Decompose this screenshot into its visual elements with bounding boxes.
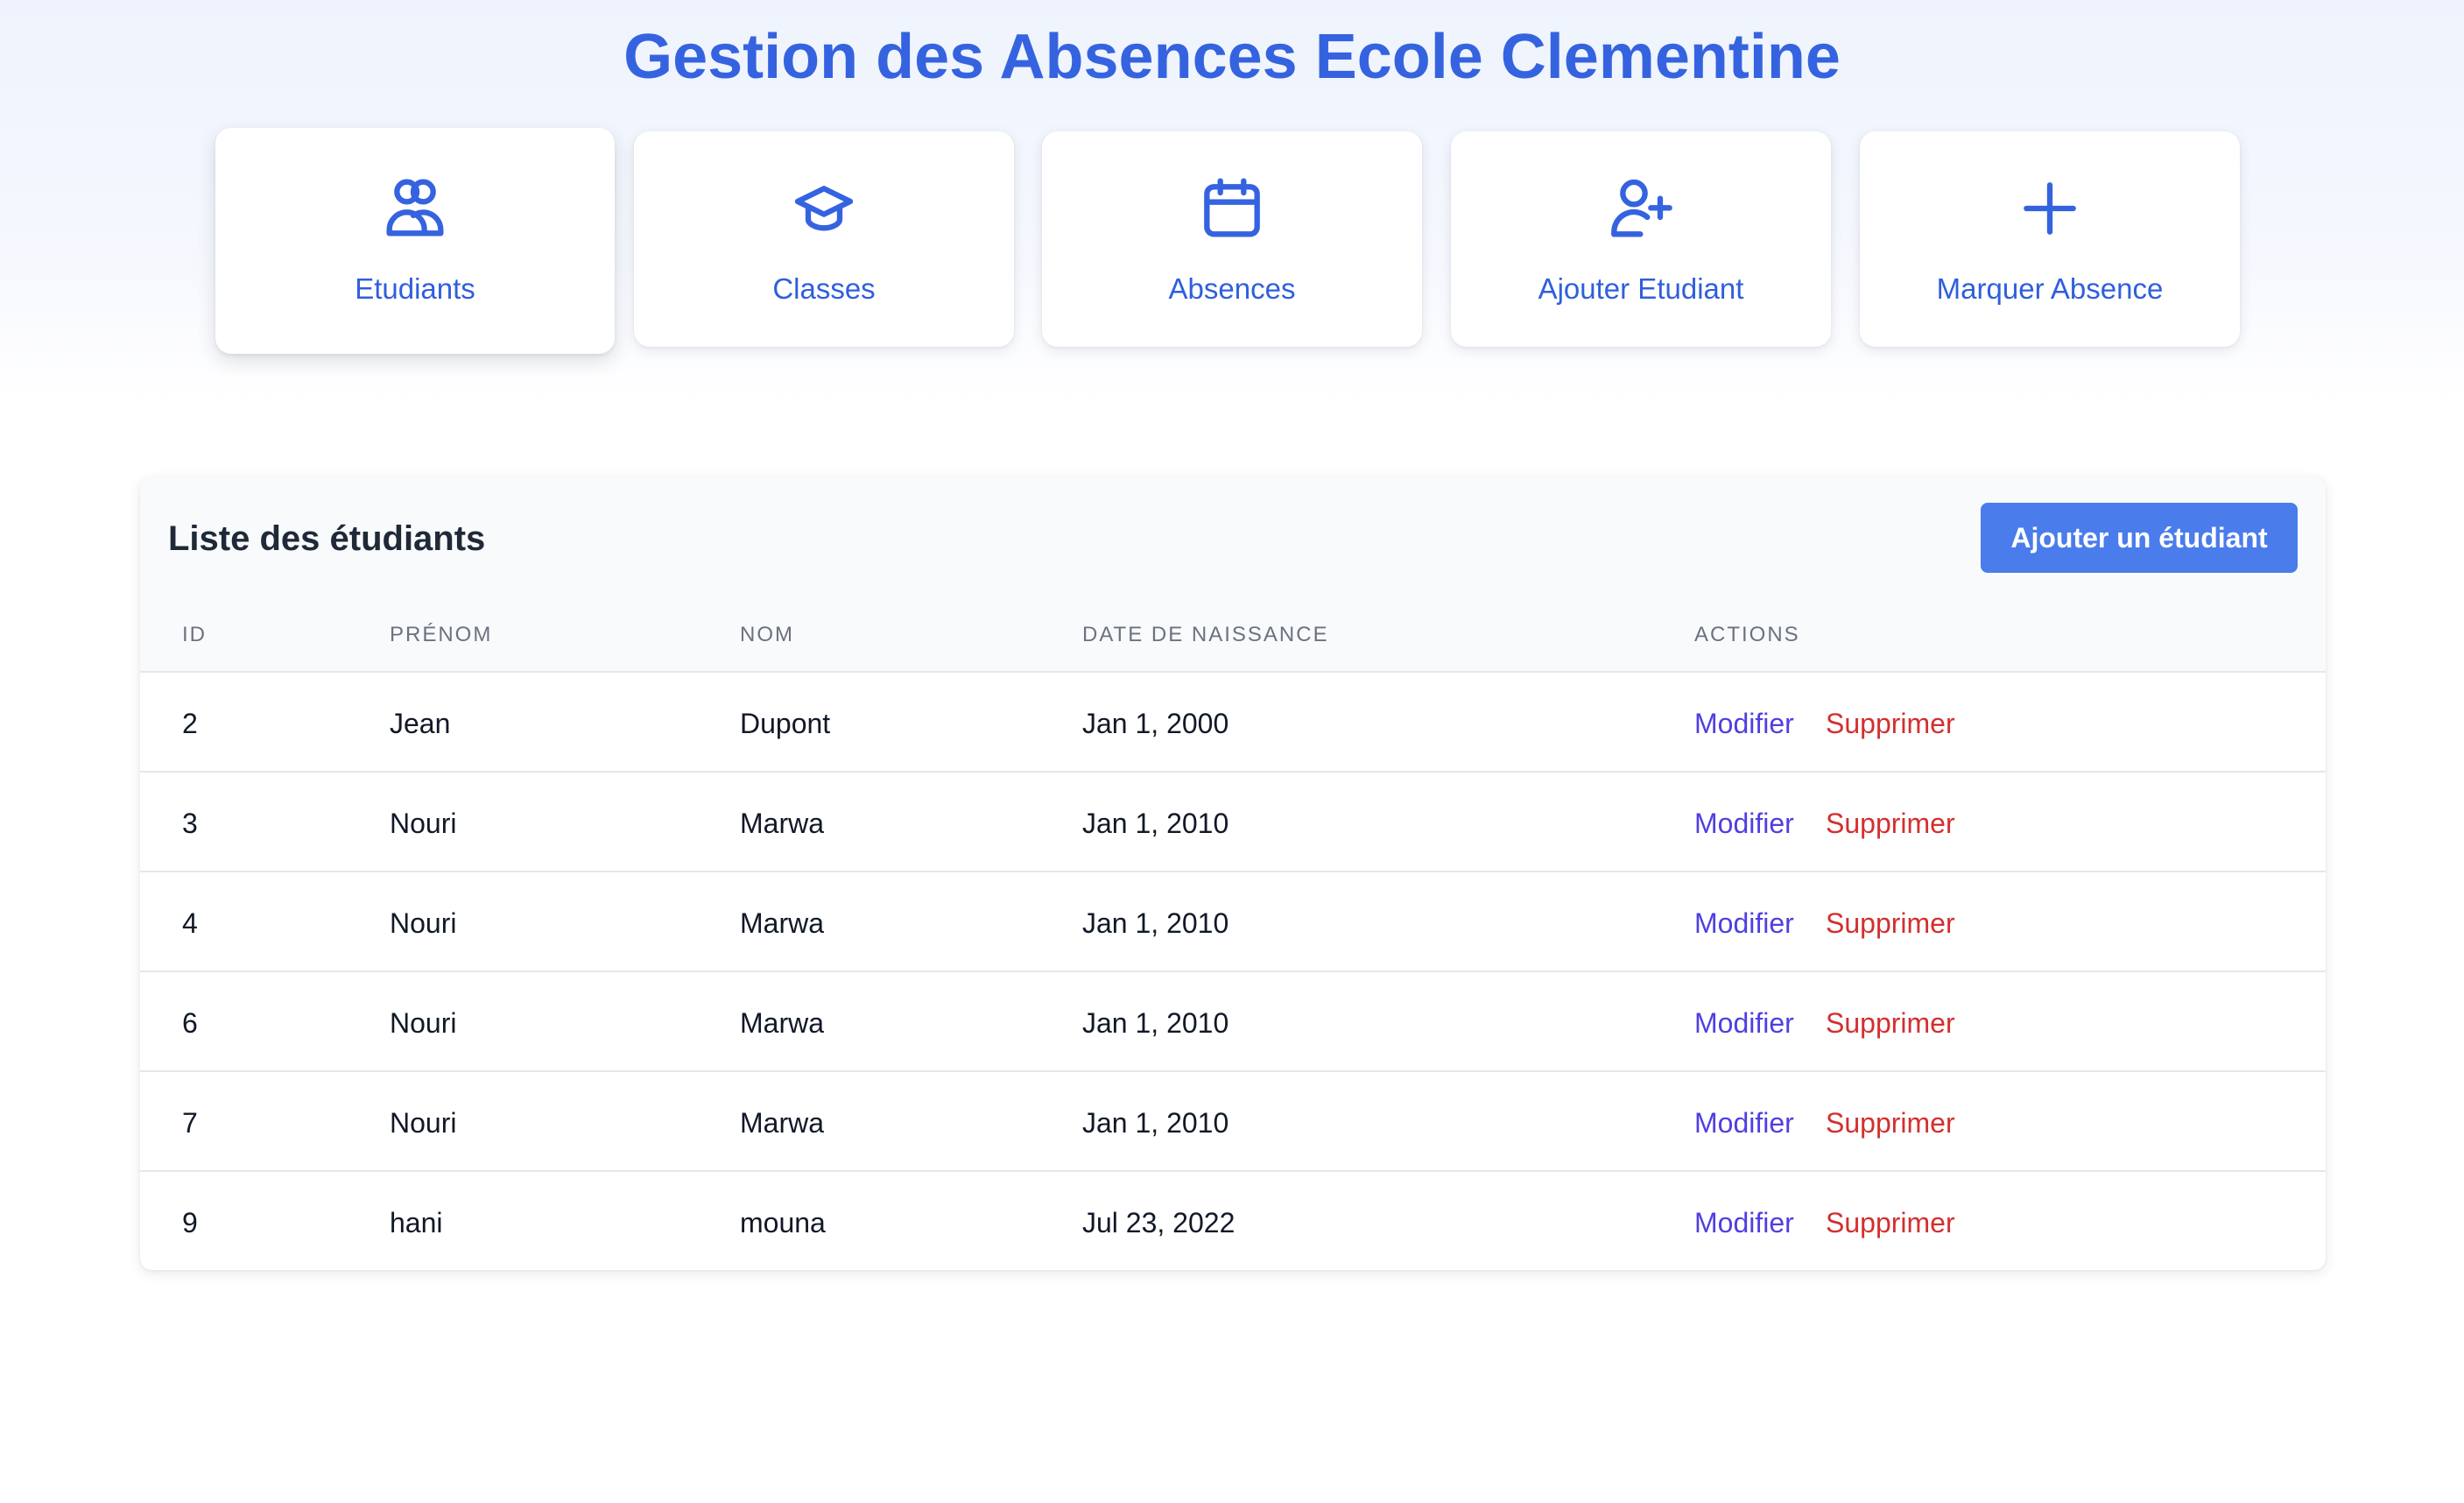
column-header-id[interactable]: ID <box>182 622 207 648</box>
nav-card-label: Marquer Absence <box>1936 272 2164 305</box>
cell-nom: Marwa <box>740 1107 825 1139</box>
students-panel: Liste des étudiants Ajouter un étudiant … <box>140 476 2326 1270</box>
edit-link[interactable]: Modifier <box>1694 806 1794 841</box>
delete-link[interactable]: Supprimer <box>1826 806 1955 841</box>
cell-id: 4 <box>182 907 198 939</box>
edit-link[interactable]: Modifier <box>1694 1105 1794 1140</box>
edit-link[interactable]: Modifier <box>1694 706 1794 741</box>
panel-header: Liste des étudiants Ajouter un étudiant … <box>140 476 2326 673</box>
calendar-icon <box>1197 173 1267 243</box>
nav-card-classes[interactable]: Classes <box>634 131 1014 347</box>
nav-card-ajouter-etudiant[interactable]: Ajouter Etudiant <box>1451 131 1831 347</box>
cell-prenom: Nouri <box>390 1007 457 1039</box>
nav-card-absences[interactable]: Absences <box>1042 131 1422 347</box>
column-header-prenom[interactable]: Prénom <box>390 622 492 648</box>
table-row: 2 Jean Dupont Jan 1, 2000 Modifier Suppr… <box>140 673 2326 773</box>
cell-id: 2 <box>182 708 198 739</box>
cell-nom: Marwa <box>740 1007 825 1039</box>
edit-link[interactable]: Modifier <box>1694 1006 1794 1041</box>
column-header-actions: Actions <box>1694 623 1800 646</box>
graduation-cap-icon <box>789 173 859 243</box>
delete-link[interactable]: Supprimer <box>1826 706 1955 741</box>
edit-link[interactable]: Modifier <box>1694 906 1794 941</box>
column-header-nom[interactable]: Nom <box>740 622 794 648</box>
cell-prenom: Nouri <box>390 808 457 839</box>
panel-title: Liste des étudiants <box>168 519 486 558</box>
cell-nom: Marwa <box>740 808 825 839</box>
cell-prenom: Nouri <box>390 1107 457 1139</box>
table-row: 7 Nouri Marwa Jan 1, 2010 Modifier Suppr… <box>140 1072 2326 1172</box>
delete-link[interactable]: Supprimer <box>1826 1105 1955 1140</box>
cell-date: Jan 1, 2010 <box>1082 1007 1229 1039</box>
cell-id: 9 <box>182 1207 198 1238</box>
table-row: 4 Nouri Marwa Jan 1, 2010 Modifier Suppr… <box>140 872 2326 972</box>
cell-id: 3 <box>182 808 198 839</box>
nav-card-label: Classes <box>772 272 876 305</box>
cell-date: Jan 1, 2010 <box>1082 1107 1229 1139</box>
users-icon <box>380 173 450 243</box>
cell-date: Jan 1, 2000 <box>1082 708 1229 739</box>
column-header-date-naissance[interactable]: Date de naissance <box>1082 622 1329 648</box>
edit-link[interactable]: Modifier <box>1694 1205 1794 1240</box>
cell-date: Jul 23, 2022 <box>1082 1207 1236 1238</box>
user-plus-icon <box>1606 173 1676 243</box>
cell-prenom: Nouri <box>390 907 457 939</box>
delete-link[interactable]: Supprimer <box>1826 1205 1955 1240</box>
page-title: Gestion des Absences Ecole Clementine <box>623 22 1841 92</box>
nav-card-marquer-absence[interactable]: Marquer Absence <box>1860 131 2240 347</box>
cell-id: 7 <box>182 1107 198 1139</box>
table-row: 3 Nouri Marwa Jan 1, 2010 Modifier Suppr… <box>140 773 2326 872</box>
plus-icon <box>2015 173 2085 243</box>
cell-nom: Dupont <box>740 708 831 739</box>
nav-card-label: Absences <box>1168 272 1296 305</box>
cell-prenom: Jean <box>390 708 451 739</box>
cell-nom: mouna <box>740 1207 826 1238</box>
cell-nom: Marwa <box>740 907 825 939</box>
nav-card-etudiants[interactable]: Etudiants <box>215 128 615 354</box>
nav-cards: Etudiants Classes Absences Ajouter Etudi… <box>0 128 2464 356</box>
cell-date: Jan 1, 2010 <box>1082 808 1229 839</box>
cell-id: 6 <box>182 1007 198 1039</box>
cell-prenom: hani <box>390 1207 443 1238</box>
nav-card-label: Etudiants <box>355 272 475 305</box>
delete-link[interactable]: Supprimer <box>1826 1006 1955 1041</box>
nav-card-label: Ajouter Etudiant <box>1538 272 1744 305</box>
add-student-button[interactable]: Ajouter un étudiant <box>1981 503 2298 573</box>
table-row: 9 hani mouna Jul 23, 2022 Modifier Suppr… <box>140 1172 2326 1270</box>
cell-date: Jan 1, 2010 <box>1082 907 1229 939</box>
table-row: 6 Nouri Marwa Jan 1, 2010 Modifier Suppr… <box>140 972 2326 1072</box>
delete-link[interactable]: Supprimer <box>1826 906 1955 941</box>
